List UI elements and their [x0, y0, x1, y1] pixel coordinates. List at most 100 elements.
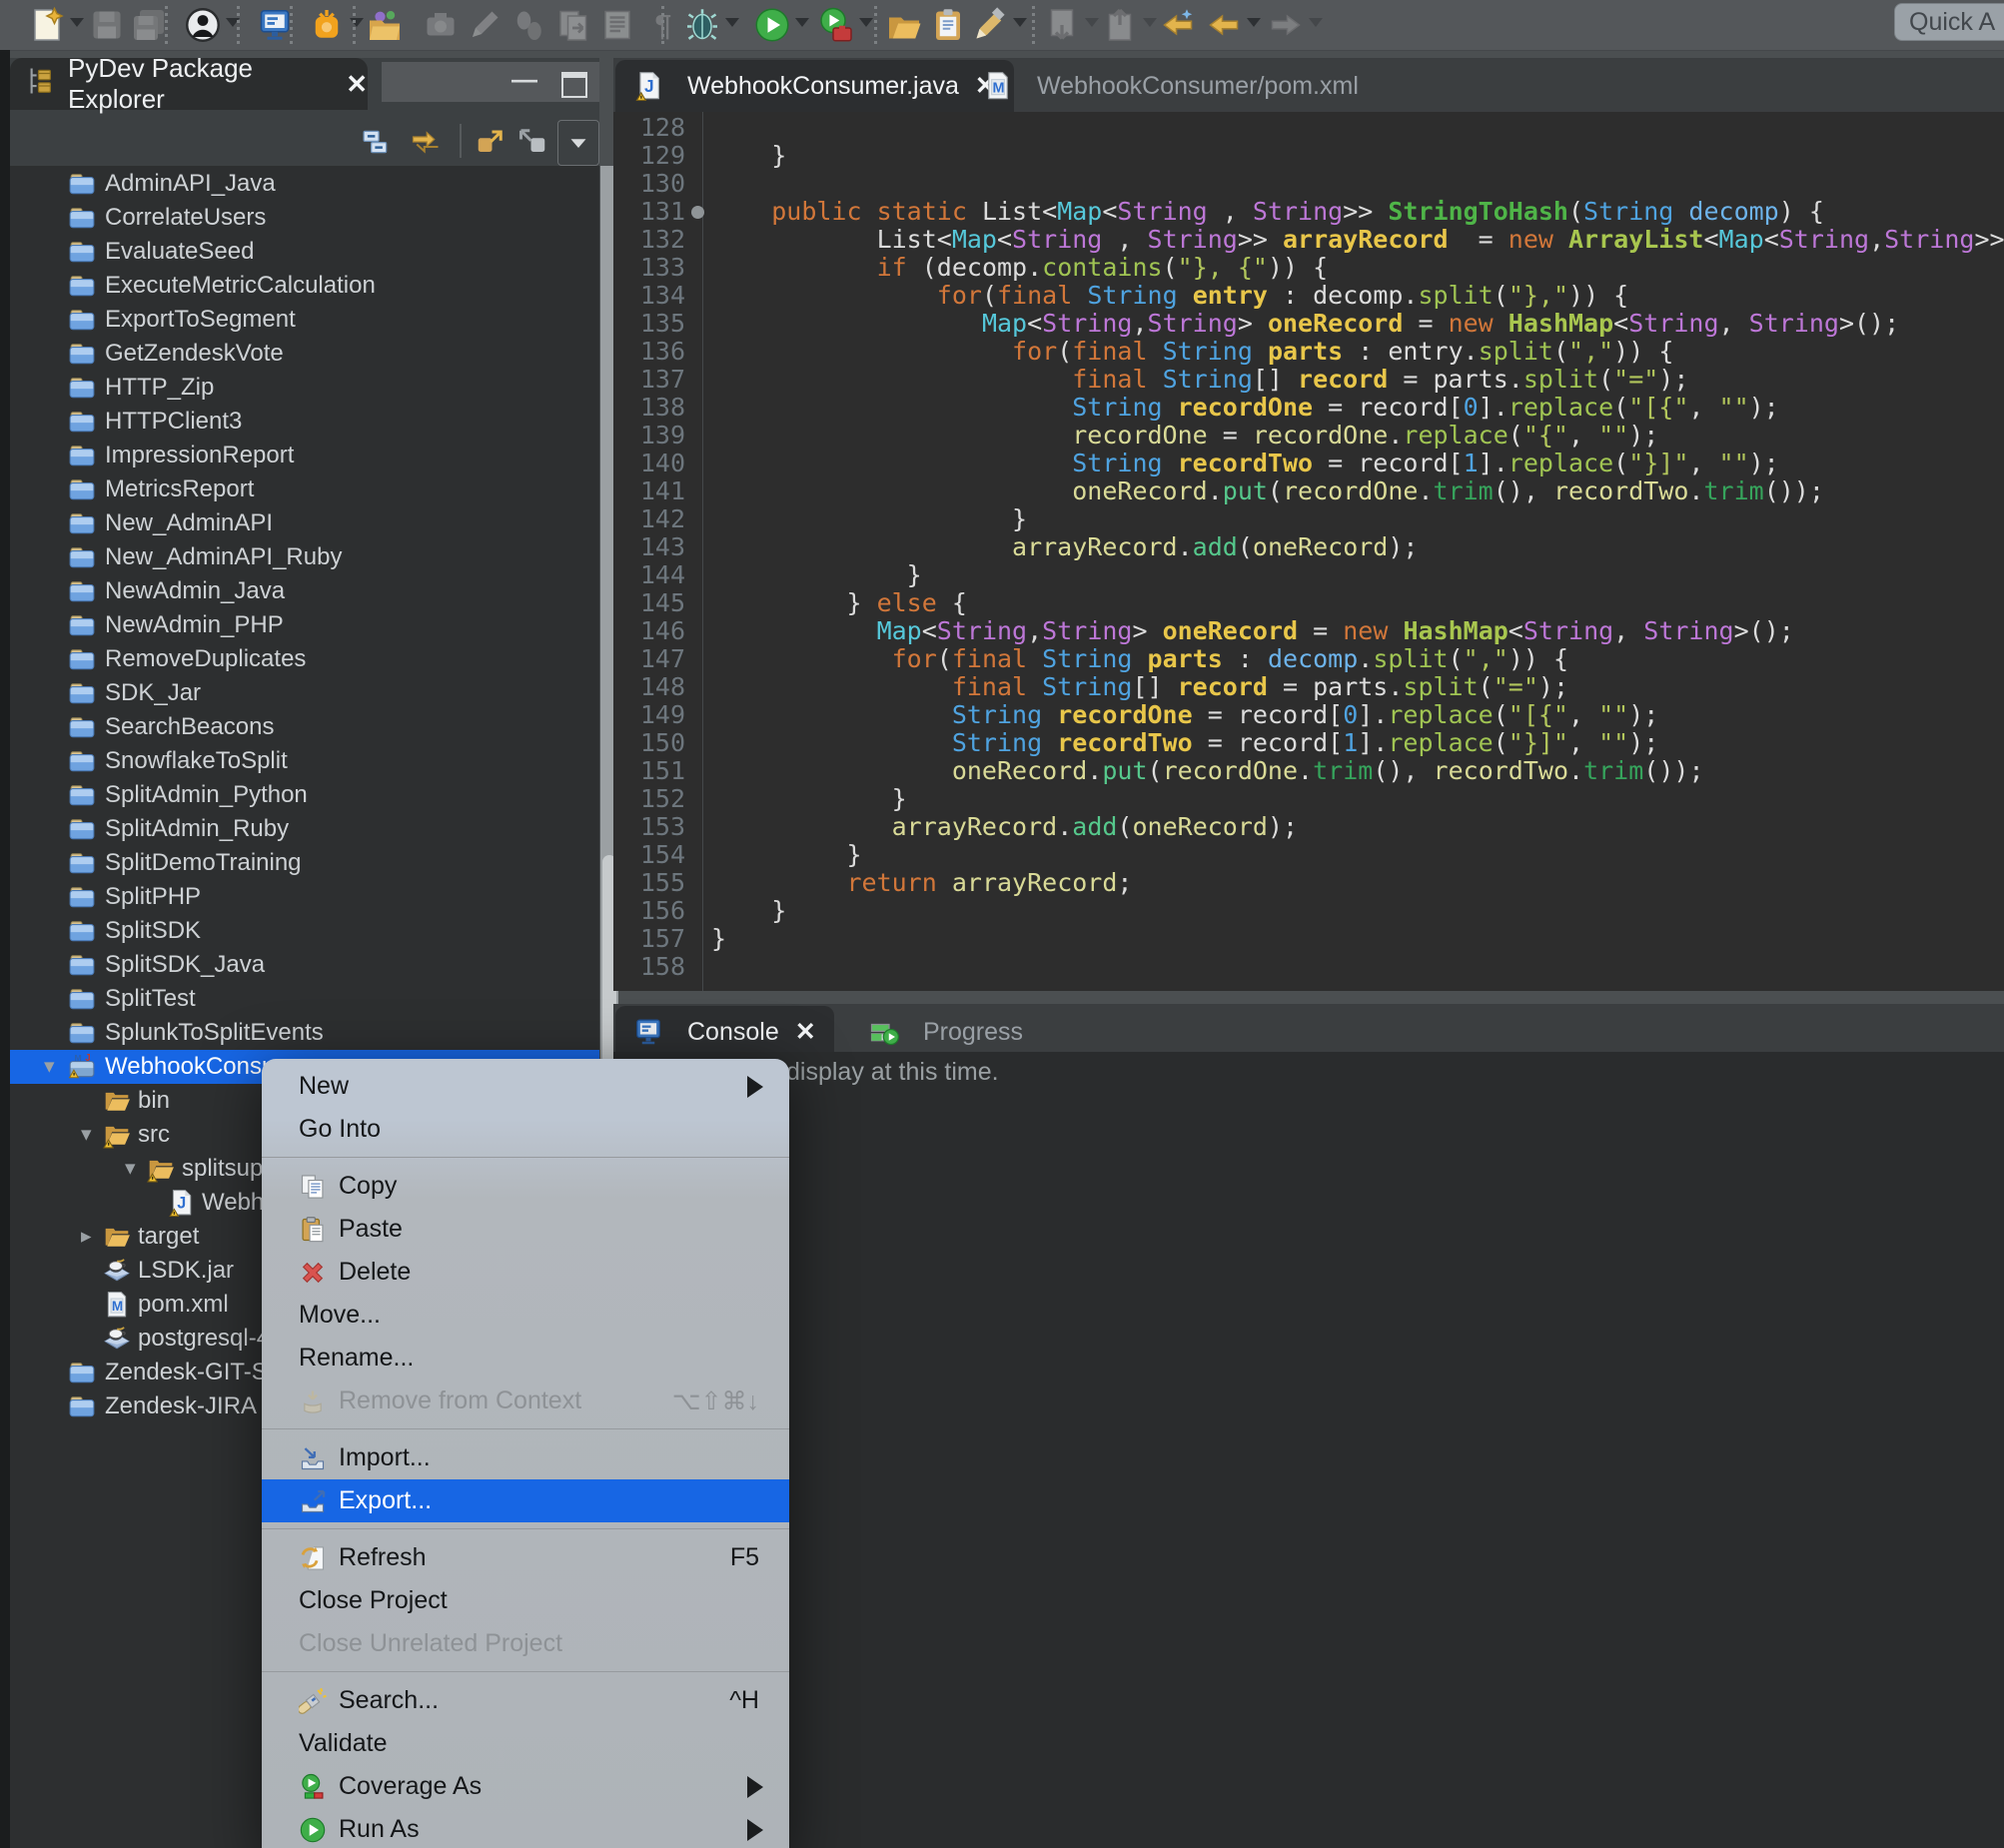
java-file-icon: J [167, 1189, 195, 1217]
code-line-152: 152 } [613, 785, 2004, 813]
code-line-128: 128 [613, 114, 2004, 142]
menu-item-export[interactable]: Export... [262, 1479, 789, 1522]
tree-item-SplitPHP[interactable]: SplitPHP [10, 880, 599, 914]
minimize-view-button[interactable]: — [511, 70, 537, 88]
code-editor[interactable]: 128129 }130131 public static List<Map<St… [613, 112, 2004, 991]
svg-text:M: M [992, 80, 1004, 96]
tree-item-SplitAdmin_Ruby[interactable]: SplitAdmin_Ruby [10, 812, 599, 846]
import-doc-button-dropdown-icon [1085, 18, 1099, 27]
profile-button[interactable] [815, 4, 857, 46]
run-button[interactable] [751, 4, 793, 46]
tree-item-SplitSDK[interactable]: SplitSDK [10, 914, 599, 948]
tree-item-label: target [138, 1223, 199, 1251]
code-line-129: 129 } [613, 142, 2004, 170]
open-resources-button[interactable] [364, 4, 406, 46]
tree-item-SDK_Jar[interactable]: SDK_Jar [10, 676, 599, 710]
menu-item-label: Copy [339, 1172, 397, 1201]
menu-item-validate[interactable]: Validate [262, 1722, 789, 1765]
menu-item-go-into[interactable]: Go Into [262, 1108, 789, 1151]
menu-item-coverage-as[interactable]: Coverage As [262, 1765, 789, 1808]
project-closed-icon [68, 1359, 96, 1386]
menu-item-import[interactable]: Import... [262, 1436, 789, 1479]
tree-item-AdminAPI_Java[interactable]: AdminAPI_Java [10, 167, 599, 201]
tree-item-EvaluateSeed[interactable]: EvaluateSeed [10, 235, 599, 269]
tree-item-SplitDemoTraining[interactable]: SplitDemoTraining [10, 846, 599, 880]
tree-item-New_AdminAPI[interactable]: New_AdminAPI [10, 506, 599, 540]
run-button-dropdown-icon[interactable] [795, 18, 809, 27]
menu-item-search[interactable]: Search...^H [262, 1679, 789, 1722]
tree-item-label: New_AdminAPI_Ruby [105, 543, 342, 571]
expand-arrow-icon[interactable]: ▸ [81, 1224, 92, 1249]
screenshot-button [420, 4, 462, 46]
code-line-130: 130 [613, 170, 2004, 198]
menu-item-run-as[interactable]: Run As [262, 1808, 789, 1848]
link-with-editor-button[interactable] [408, 120, 444, 164]
tree-item-ExecuteMetricCalculation[interactable]: ExecuteMetricCalculation [10, 269, 599, 303]
split-package-button[interactable] [306, 4, 348, 46]
marker-button-dropdown-icon[interactable] [1013, 18, 1027, 27]
view-menu-button[interactable] [557, 120, 599, 166]
debug-button[interactable] [681, 4, 723, 46]
menu-item-move[interactable]: Move... [262, 1294, 789, 1337]
package-expand-button[interactable] [472, 120, 507, 164]
tree-item-MetricsReport[interactable]: MetricsReport [10, 472, 599, 506]
user-button[interactable] [182, 4, 224, 46]
menu-item-close-project[interactable]: Close Project [262, 1579, 789, 1622]
tab-webhookconsumer-java[interactable]: J WebhookConsumer.java ✕ [615, 60, 1014, 112]
tab-console[interactable]: Console ✕ [615, 1006, 834, 1058]
new-wizard-button-dropdown-icon[interactable] [70, 18, 84, 27]
menu-item-refresh[interactable]: RefreshF5 [262, 1536, 789, 1579]
line-marker-icon[interactable] [691, 206, 704, 219]
tab-pydev-package-explorer[interactable]: PyDev Package Explorer ✕ [10, 58, 368, 110]
menu-item-delete[interactable]: Delete [262, 1251, 789, 1294]
profile-button-dropdown-icon[interactable] [859, 18, 873, 27]
menu-item-rename[interactable]: Rename... [262, 1337, 789, 1380]
tree-item-NewAdmin_Java[interactable]: NewAdmin_Java [10, 574, 599, 608]
close-console-icon[interactable]: ✕ [795, 1017, 816, 1047]
collapse-arrow-icon[interactable]: ▾ [125, 1156, 136, 1181]
menu-item-copy[interactable]: Copy [262, 1165, 789, 1208]
tree-item-ExportToSegment[interactable]: ExportToSegment [10, 303, 599, 337]
menu-item-new[interactable]: New [262, 1065, 789, 1108]
collapse-all-button[interactable] [358, 120, 394, 164]
tree-item-RemoveDuplicates[interactable]: RemoveDuplicates [10, 642, 599, 676]
back-button[interactable] [1203, 4, 1245, 46]
marker-button[interactable] [969, 4, 1011, 46]
m-run-icon [299, 1816, 339, 1844]
tree-item-HTTPClient3[interactable]: HTTPClient3 [10, 405, 599, 439]
view-toolbar-separator [460, 124, 462, 158]
quick-access-input[interactable]: Quick A [1894, 3, 2004, 41]
collapse-arrow-icon[interactable]: ▾ [44, 1054, 55, 1079]
tree-item-ImpressionReport[interactable]: ImpressionReport [10, 439, 599, 472]
svg-text:M: M [112, 1299, 123, 1314]
tree-item-GetZendeskVote[interactable]: GetZendeskVote [10, 337, 599, 371]
menu-item-label: Go Into [299, 1115, 381, 1144]
open-folder-button[interactable] [883, 4, 925, 46]
tree-item-SnowflakeToSplit[interactable]: SnowflakeToSplit [10, 744, 599, 778]
tab-webhookconsumer-pom-xml[interactable]: M WebhookConsumer/pom.xml [965, 60, 1377, 112]
debug-button-dropdown-icon[interactable] [725, 18, 739, 27]
maven-file-icon: M [983, 71, 1025, 101]
tab-progress[interactable]: Progress [851, 1006, 1041, 1058]
tree-item-SplitAdmin_Python[interactable]: SplitAdmin_Python [10, 778, 599, 812]
tree-item-SplitSDK_Java[interactable]: SplitSDK_Java [10, 948, 599, 982]
tree-item-SplitTest[interactable]: SplitTest [10, 982, 599, 1016]
bugs-button [507, 4, 549, 46]
tree-item-CorrelateUsers[interactable]: CorrelateUsers [10, 201, 599, 235]
paste-clipboard-button[interactable] [927, 4, 969, 46]
tree-item-HTTP_Zip[interactable]: HTTP_Zip [10, 371, 599, 405]
project-closed-icon [68, 238, 96, 266]
last-edit-button[interactable] [1157, 4, 1199, 46]
tree-item-SearchBeacons[interactable]: SearchBeacons [10, 710, 599, 744]
back-button-dropdown-icon[interactable] [1247, 18, 1261, 27]
new-wizard-button[interactable] [26, 4, 68, 46]
collapse-arrow-icon[interactable]: ▾ [81, 1122, 92, 1147]
maximize-view-button[interactable] [561, 72, 587, 98]
package-collapse-button[interactable] [515, 120, 551, 164]
tree-item-SplunkToSplitEvents[interactable]: SplunkToSplitEvents [10, 1016, 599, 1050]
tree-item-NewAdmin_PHP[interactable]: NewAdmin_PHP [10, 608, 599, 642]
close-view-icon[interactable]: ✕ [346, 69, 368, 100]
menu-item-paste[interactable]: Paste [262, 1208, 789, 1251]
code-line-157: 157} [613, 925, 2004, 953]
tree-item-New_AdminAPI_Ruby[interactable]: New_AdminAPI_Ruby [10, 540, 599, 574]
